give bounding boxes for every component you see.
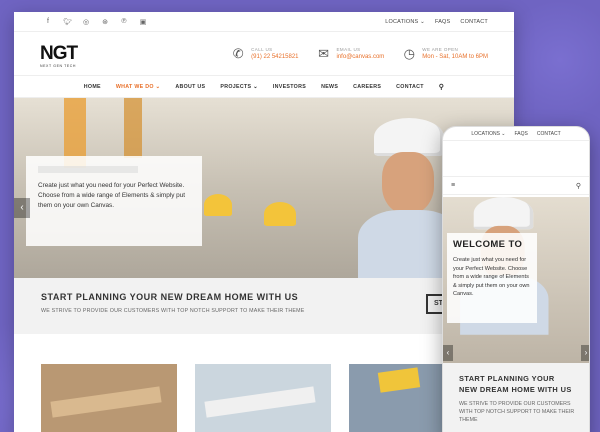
thumb-shape bbox=[204, 386, 316, 418]
top-link-faqs[interactable]: FAQS bbox=[435, 19, 450, 25]
main-nav: HOME WHAT WE DO ⌄ ABOUT US PROJECTS ⌄ IN… bbox=[14, 76, 514, 98]
mobile-promo-text: WE STRIVE TO PROVIDE OUR CUSTOMERS WITH … bbox=[459, 401, 575, 423]
mobile-hero-text: Create just what you need for your Perfe… bbox=[453, 257, 530, 298]
email-label: EMAIL US bbox=[336, 47, 361, 52]
nav-projects[interactable]: PROJECTS ⌄ bbox=[220, 84, 257, 90]
site-tagline: NEXT GEN TECH bbox=[40, 64, 77, 68]
hamburger-icon[interactable]: ≡ bbox=[451, 182, 455, 189]
mobile-slider-prev[interactable]: ‹ bbox=[443, 345, 453, 361]
hero-worker-image bbox=[358, 118, 462, 278]
mobile-hero-title: WELCOME TO bbox=[453, 239, 523, 250]
nav-investors[interactable]: INVESTORS bbox=[273, 84, 306, 90]
feature-thumbnails bbox=[41, 364, 485, 432]
promo-title: START PLANNING YOUR NEW DREAM HOME WITH … bbox=[41, 292, 299, 302]
promo-band: START PLANNING YOUR NEW DREAM HOME WITH … bbox=[14, 278, 514, 334]
instagram-square-icon[interactable]: ▣ bbox=[139, 18, 147, 26]
mobile-top-links: LOCATIONS ⌄ FAQS CONTACT bbox=[443, 127, 589, 141]
nav-about-us[interactable]: ABOUT US bbox=[175, 84, 205, 90]
contact-hours: ◷ WE ARE OPEN Mon - Sat, 10AM to 6PM bbox=[402, 46, 488, 62]
facebook-icon[interactable]: f bbox=[44, 18, 52, 26]
email-icon: ✉ bbox=[318, 45, 329, 61]
email-value[interactable]: info@canvas.com bbox=[337, 54, 385, 60]
hero-decor bbox=[264, 202, 296, 226]
hero-decor bbox=[204, 194, 232, 216]
hero-ghost-title bbox=[38, 166, 138, 173]
contact-call: ✆ CALL US (91) 22 54215821 bbox=[231, 45, 299, 62]
thumbnail-planning[interactable] bbox=[195, 364, 331, 432]
site-logo[interactable]: NGT bbox=[40, 43, 78, 65]
nav-news[interactable]: NEWS bbox=[321, 84, 338, 90]
hero-slider: Create just what you need for your Perfe… bbox=[14, 98, 514, 278]
search-icon[interactable]: ⚲ bbox=[576, 182, 581, 190]
hours-value: Mon - Sat, 10AM to 6PM bbox=[422, 54, 488, 60]
dribbble-icon[interactable]: ⊛ bbox=[101, 18, 109, 26]
thumb-shape bbox=[377, 367, 421, 393]
nav-careers[interactable]: CAREERS bbox=[353, 84, 381, 90]
thumbnail-carpentry[interactable] bbox=[41, 364, 177, 432]
face bbox=[382, 152, 434, 214]
pinterest-icon[interactable]: ℗ bbox=[120, 18, 128, 26]
nav-contact[interactable]: CONTACT bbox=[396, 84, 424, 90]
mobile-link-faqs[interactable]: FAQS bbox=[514, 131, 527, 137]
call-value[interactable]: (91) 22 54215821 bbox=[251, 54, 298, 60]
mobile-link-locations[interactable]: LOCATIONS ⌄ bbox=[471, 131, 505, 137]
call-label: CALL US bbox=[251, 47, 273, 52]
top-link-locations[interactable]: LOCATIONS ⌄ bbox=[385, 19, 425, 25]
hero-text: Create just what you need for your Perfe… bbox=[38, 182, 186, 209]
mobile-logo-area bbox=[443, 141, 589, 177]
mobile-promo-band: START PLANNING YOUR NEW DREAM HOME WITH … bbox=[443, 363, 589, 432]
nav-what-we-do[interactable]: WHAT WE DO ⌄ bbox=[116, 84, 160, 90]
hours-label: WE ARE OPEN bbox=[422, 47, 459, 52]
mobile-preview: LOCATIONS ⌄ FAQS CONTACT ≡ ⚲ WELCOME TO … bbox=[442, 126, 590, 432]
contact-email: ✉ EMAIL US info@canvas.com bbox=[317, 45, 385, 62]
slider-prev-button[interactable]: ‹ bbox=[14, 198, 30, 218]
mobile-promo-title: START PLANNING YOUR NEW DREAM HOME WITH … bbox=[459, 374, 572, 394]
instagram-icon[interactable]: ◎ bbox=[82, 18, 90, 26]
search-icon[interactable]: ⚲ bbox=[439, 83, 444, 91]
mobile-hero: WELCOME TO Create just what you need for… bbox=[443, 197, 589, 363]
clock-icon: ◷ bbox=[403, 45, 415, 61]
top-bar: f 🐦︎ ◎ ⊛ ℗ ▣ LOCATIONS ⌄ FAQS CONTACT bbox=[14, 12, 514, 32]
hero-caption: Create just what you need for your Perfe… bbox=[26, 156, 202, 246]
top-link-contact[interactable]: CONTACT bbox=[460, 19, 488, 25]
site-header: NGT NEXT GEN TECH ✆ CALL US (91) 22 54215… bbox=[14, 32, 514, 76]
twitter-icon[interactable]: 🐦︎ bbox=[63, 18, 72, 26]
mobile-link-contact[interactable]: CONTACT bbox=[537, 131, 561, 137]
desktop-preview: f 🐦︎ ◎ ⊛ ℗ ▣ LOCATIONS ⌄ FAQS CONTACT NG… bbox=[14, 12, 514, 432]
mobile-menu-bar: ≡ ⚲ bbox=[443, 177, 589, 195]
nav-home[interactable]: HOME bbox=[84, 84, 101, 90]
promo-subtitle: WE STRIVE TO PROVIDE OUR CUSTOMERS WITH … bbox=[41, 308, 305, 314]
helmet bbox=[473, 197, 534, 230]
mobile-slider-next[interactable]: › bbox=[581, 345, 589, 361]
mobile-hero-caption: WELCOME TO Create just what you need for… bbox=[447, 233, 537, 323]
hero-decor bbox=[124, 98, 142, 158]
helmet bbox=[374, 118, 444, 156]
thumb-shape bbox=[50, 386, 162, 418]
phone-icon: ✆ bbox=[232, 45, 244, 61]
top-links: LOCATIONS ⌄ FAQS CONTACT bbox=[385, 19, 488, 25]
contact-info: ✆ CALL US (91) 22 54215821 ✉ EMAIL US info… bbox=[231, 46, 488, 62]
social-links: f 🐦︎ ◎ ⊛ ℗ ▣ bbox=[44, 18, 147, 26]
